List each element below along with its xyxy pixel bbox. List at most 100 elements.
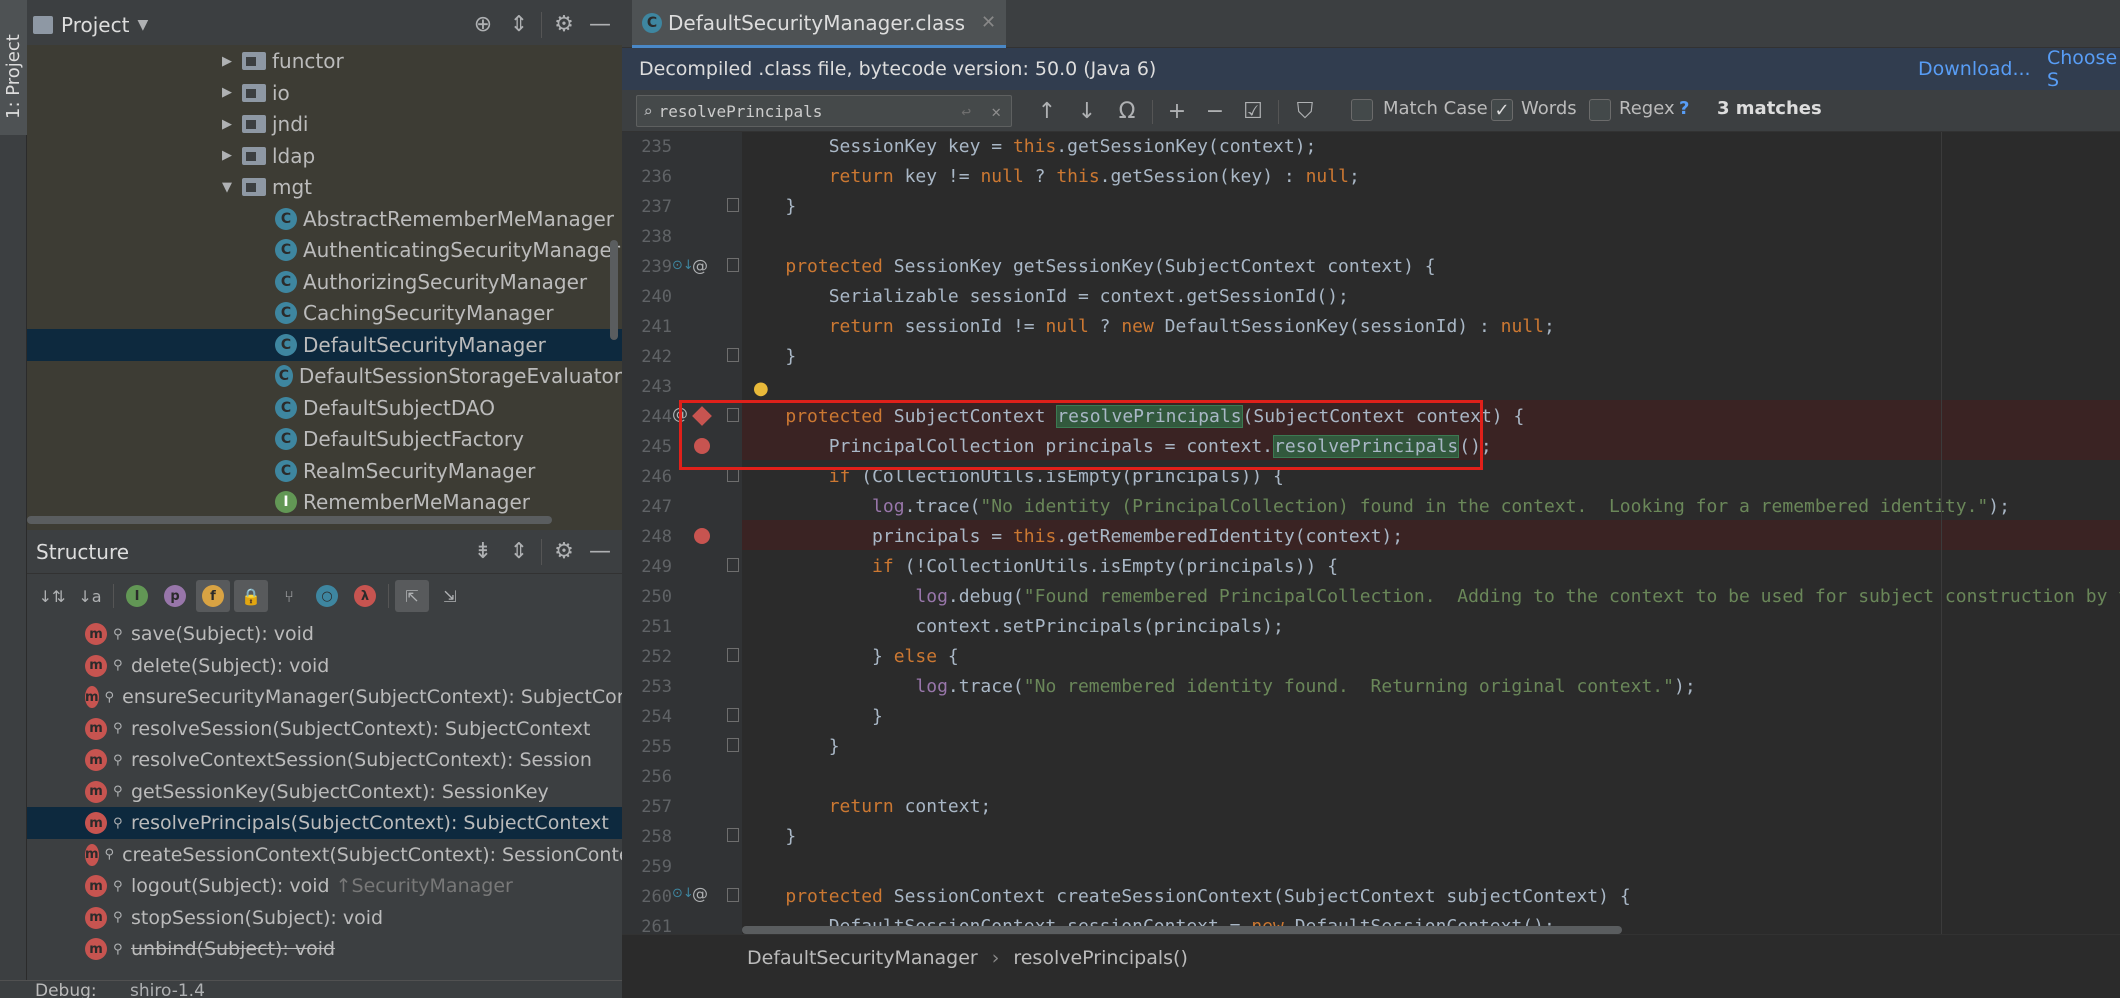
autoscroll-to-source-icon[interactable]: ⇱ — [395, 580, 429, 612]
filter-icon[interactable]: ⛉ — [1290, 96, 1320, 126]
tree-item-defaultsubjectfactory[interactable]: C DefaultSubjectFactory — [27, 423, 622, 455]
code-line[interactable]: protected SessionKey getSessionKey(Subje… — [742, 252, 1435, 282]
show-inherited-icon[interactable]: I — [120, 580, 154, 612]
gear-icon[interactable]: ⚙ — [550, 538, 578, 566]
regex-label[interactable]: Regex — [1619, 98, 1675, 119]
code-line[interactable]: context.setPrincipals(principals); — [742, 612, 1283, 642]
show-lambdas-icon[interactable]: ⑂ — [272, 580, 306, 612]
structure-item[interactable]: m ⚲ unbind(Subject): void — [27, 933, 622, 965]
sort-by-visibility-icon[interactable]: ↓⇅ — [35, 580, 69, 612]
code-line[interactable]: if (!CollectionUtils.isEmpty(principals)… — [742, 552, 1338, 582]
show-anonymous-icon[interactable]: ○ — [310, 580, 344, 612]
code-line[interactable]: } else { — [742, 642, 959, 672]
tree-item-functor[interactable]: ▶ functor — [27, 45, 622, 77]
fold-marker-icon[interactable] — [727, 708, 739, 722]
structure-item[interactable]: m ⚲ resolveSession(SubjectContext): Subjec… — [27, 713, 622, 745]
breakpoint-icon[interactable] — [694, 528, 710, 544]
search-input[interactable]: resolvePrincipals — [659, 102, 823, 121]
project-scrollbar[interactable] — [610, 240, 618, 340]
fold-marker-icon[interactable] — [727, 348, 739, 362]
code-view[interactable]: SessionKey key = this.getSessionKey(cont… — [742, 132, 2120, 934]
autoscroll-from-source-icon[interactable]: ⇲ — [433, 580, 467, 612]
project-stripe-button[interactable]: 1: Project — [0, 0, 27, 135]
fold-marker-icon[interactable] — [727, 648, 739, 662]
remove-selection-icon[interactable]: − — [1200, 96, 1230, 126]
sort-alphabetically-icon[interactable]: ↓a — [73, 580, 107, 612]
structure-item[interactable]: m ⚲ resolvePrincipals(SubjectContext): Sub… — [27, 807, 622, 839]
collapse-arrow-icon[interactable]: ▶ — [222, 85, 238, 100]
fold-marker-icon[interactable] — [727, 738, 739, 752]
tree-item-authenticatingsecuritymanager[interactable]: C AuthenticatingSecurityManager — [27, 234, 622, 266]
tree-item-jndi[interactable]: ▶ jndi — [27, 108, 622, 140]
code-line[interactable]: } — [742, 192, 796, 222]
expand-arrow-icon[interactable]: ▼ — [222, 180, 238, 195]
collapse-arrow-icon[interactable]: ▶ — [222, 54, 238, 69]
project-title[interactable]: Project — [61, 13, 129, 37]
breadcrumb-method[interactable]: resolvePrincipals() — [1013, 947, 1188, 969]
structure-item[interactable]: m ⚲ delete(Subject): void — [27, 650, 622, 682]
collapse-all-icon[interactable]: ⇕ — [505, 11, 533, 39]
structure-item[interactable]: m ⚲ save(Subject): void — [27, 618, 622, 650]
breadcrumb-class[interactable]: DefaultSecurityManager — [747, 947, 978, 969]
close-icon[interactable]: ✕ — [981, 12, 996, 33]
show-lambda-icon[interactable]: λ — [348, 580, 382, 612]
collapse-all-icon[interactable]: ⇕ — [505, 538, 533, 566]
tree-item-realmsecuritymanager[interactable]: C RealmSecurityManager — [27, 455, 622, 487]
add-selection-icon[interactable]: + — [1162, 96, 1192, 126]
tree-item-io[interactable]: ▶ io — [27, 77, 622, 109]
structure-item[interactable]: m ⚲ getSessionKey(SubjectContext): Session… — [27, 776, 622, 808]
structure-item[interactable]: m ⚲ resolveContextSession(SubjectContext):… — [27, 744, 622, 776]
project-horizontal-scrollbar[interactable] — [27, 516, 552, 524]
tree-item-ldap[interactable]: ▶ ldap — [27, 140, 622, 172]
expand-all-icon[interactable]: ⇟ — [469, 538, 497, 566]
tree-item-authorizingsecuritymanager[interactable]: C AuthorizingSecurityManager — [27, 266, 622, 298]
debug-label[interactable]: Debug: — [35, 981, 97, 998]
tree-item-defaultsubjectdao[interactable]: C DefaultSubjectDAO — [27, 392, 622, 424]
code-line[interactable]: } — [742, 342, 796, 372]
previous-occurrence-icon[interactable]: ↑ — [1032, 96, 1062, 126]
words-label[interactable]: Words — [1521, 98, 1577, 119]
show-fields-icon[interactable]: f — [196, 580, 230, 612]
words-checkbox[interactable]: ✓ — [1491, 99, 1513, 121]
select-all-occurrences-icon[interactable]: ☑ — [1238, 96, 1268, 126]
choose-sources-link[interactable]: Choose S — [2047, 47, 2120, 91]
regex-help-icon[interactable]: ? — [1679, 98, 1689, 119]
search-field[interactable]: ⌕ resolvePrincipals ↩ ✕ — [636, 95, 1012, 127]
tree-item-abstractremembermemanager[interactable]: C AbstractRememberMeManager — [27, 203, 622, 235]
next-occurrence-icon[interactable]: ↓ — [1072, 96, 1102, 126]
code-line[interactable]: } — [742, 822, 796, 852]
gear-icon[interactable]: ⚙ — [550, 11, 578, 39]
editor-horizontal-scrollbar[interactable] — [742, 926, 1622, 934]
fold-marker-icon[interactable] — [727, 828, 739, 842]
collapse-arrow-icon[interactable]: ▶ — [222, 148, 238, 163]
tree-item-cachingsecuritymanager[interactable]: C CachingSecurityManager — [27, 297, 622, 329]
config-label[interactable]: shiro-1.4 — [130, 981, 205, 998]
implements-icon[interactable]: ⊙↓ — [672, 886, 694, 901]
show-non-public-icon[interactable]: 🔒 — [234, 580, 268, 612]
match-case-checkbox[interactable] — [1351, 99, 1373, 121]
regex-checkbox[interactable] — [1589, 99, 1611, 121]
fold-marker-icon[interactable] — [727, 468, 739, 482]
code-line[interactable]: } — [742, 732, 840, 762]
collapse-arrow-icon[interactable]: ▶ — [222, 117, 238, 132]
code-line[interactable]: principals = this.getRememberedIdentity(… — [742, 522, 1403, 552]
structure-item[interactable]: m ⚲ stopSession(Subject): void — [27, 902, 622, 934]
search-history-icon[interactable]: ↩ — [961, 102, 971, 121]
tree-item-remembermemanager[interactable]: I RememberMeManager — [27, 486, 622, 518]
tree-item-mgt[interactable]: ▼ mgt — [27, 171, 622, 203]
implements-icon[interactable]: ⊙↓ — [672, 258, 694, 273]
structure-item[interactable]: m ⚲ logout(Subject): void ↑SecurityManager — [27, 870, 622, 902]
code-line[interactable]: } — [742, 702, 883, 732]
code-line[interactable]: protected SessionContext createSessionCo… — [742, 882, 1630, 912]
code-line[interactable]: log.debug("Found remembered PrincipalCol… — [742, 582, 2120, 612]
match-case-label[interactable]: Match Case — [1383, 98, 1488, 119]
minimize-icon[interactable]: — — [586, 538, 614, 566]
code-line[interactable]: return sessionId != null ? new DefaultSe… — [742, 312, 1555, 342]
download-link[interactable]: Download... — [1918, 58, 2031, 80]
code-line[interactable]: return context; — [742, 792, 992, 822]
show-properties-icon[interactable]: p — [158, 580, 192, 612]
structure-item[interactable]: m ⚲ createSessionContext(SubjectContext): … — [27, 839, 622, 871]
code-line[interactable]: SessionKey key = this.getSessionKey(cont… — [742, 132, 1317, 162]
fold-marker-icon[interactable] — [727, 258, 739, 272]
editor-tab-defaultsecuritymanager[interactable]: C DefaultSecurityManager.class ✕ — [632, 0, 1007, 48]
